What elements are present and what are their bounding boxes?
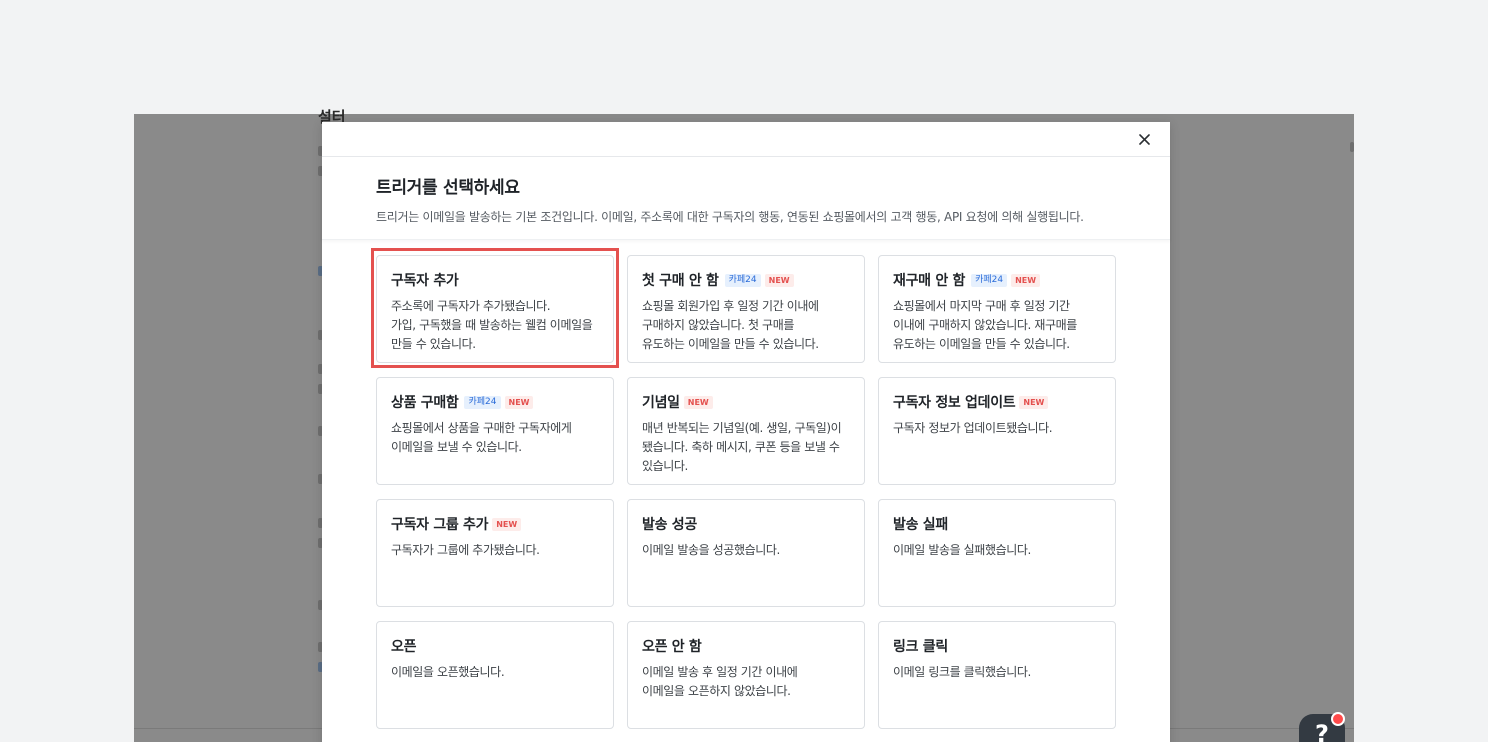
card-title-row: 링크 클릭	[893, 636, 1101, 656]
trigger-card-send-success[interactable]: 발송 성공 이메일 발송을 성공했습니다.	[627, 499, 865, 607]
card-title: 상품 구매함	[391, 395, 459, 411]
modal-top-bar	[322, 122, 1170, 157]
card-title: 발송 실패	[893, 517, 948, 533]
close-button[interactable]	[1136, 131, 1152, 147]
card-description: 쇼핑몰 회원가입 후 일정 기간 이내에 구매하지 않았습니다. 첫 구매를 유…	[642, 299, 819, 351]
cafe24-badge: 카페24	[724, 273, 761, 287]
card-title: 구독자 그룹 추가	[391, 517, 489, 533]
modal-description: 트리거는 이메일을 발송하는 기본 조건입니다. 이메일, 주소록에 대한 구독…	[376, 210, 1084, 224]
trigger-card-not-opened[interactable]: 오픈 안 함 이메일 발송 후 일정 기간 이내에 이메일을 오픈하지 않았습니…	[627, 621, 865, 729]
help-button[interactable]: ?	[1299, 712, 1345, 742]
help-question-icon: ?	[1315, 720, 1329, 742]
card-title-row: 첫 구매 안 함 카페24 NEW	[642, 270, 850, 290]
trigger-card-subscriber-added[interactable]: 구독자 추가 주소록에 구독자가 추가됐습니다. 가입, 구독했을 때 발송하는…	[371, 248, 619, 368]
trigger-card-group-added[interactable]: 구독자 그룹 추가 NEW 구독자가 그룹에 추가됐습니다.	[376, 499, 614, 607]
new-badge: NEW	[1019, 395, 1049, 409]
card-title-row: 상품 구매함 카페24 NEW	[391, 392, 599, 412]
card-title: 첫 구매 안 함	[642, 273, 719, 289]
card-title: 구독자 추가	[391, 273, 459, 289]
card-description: 이메일 발송을 성공했습니다.	[642, 543, 780, 557]
cafe24-badge: 카페24	[971, 273, 1008, 287]
card-title: 링크 클릭	[893, 639, 948, 655]
close-icon	[1138, 133, 1150, 145]
trigger-card-open[interactable]: 오픈 이메일을 오픈했습니다.	[376, 621, 614, 729]
card-title: 구독자 정보 업데이트	[893, 395, 1016, 411]
card-title: 발송 성공	[642, 517, 697, 533]
trigger-card-no-repurchase[interactable]: 재구매 안 함 카페24 NEW 쇼핑몰에서 마지막 구매 후 일정 기간 이내…	[878, 255, 1116, 363]
card-description: 구독자 정보가 업데이트됐습니다.	[893, 421, 1053, 435]
screen: 설터 트리거를 선택하세요 트리거는 이메일을 발송하는 기본 조건입니다. 이…	[0, 0, 1488, 742]
trigger-card-anniversary[interactable]: 기념일 NEW 매년 반복되는 기념일(예. 생일, 구독일)이 됐습니다. 축…	[627, 377, 865, 485]
modal-header: 트리거를 선택하세요 트리거는 이메일을 발송하는 기본 조건입니다. 이메일,…	[322, 157, 1170, 240]
modal-title: 트리거를 선택하세요	[376, 178, 520, 198]
card-description: 이메일 발송을 실패했습니다.	[893, 543, 1031, 557]
card-title-row: 발송 실패	[893, 514, 1101, 534]
card-title: 오픈	[391, 639, 417, 655]
new-badge: NEW	[764, 273, 794, 287]
card-title-row: 기념일 NEW	[642, 392, 850, 412]
trigger-card-link-click[interactable]: 링크 클릭 이메일 링크를 클릭했습니다.	[878, 621, 1116, 729]
card-description: 이메일 링크를 클릭했습니다.	[893, 665, 1031, 679]
trigger-card-no-first-purchase[interactable]: 첫 구매 안 함 카페24 NEW 쇼핑몰 회원가입 후 일정 기간 이내에 구…	[627, 255, 865, 363]
card-title-row: 구독자 정보 업데이트 NEW	[893, 392, 1101, 412]
new-badge: NEW	[492, 517, 522, 531]
card-description: 매년 반복되는 기념일(예. 생일, 구독일)이 됐습니다. 축하 메시지, 쿠…	[642, 421, 842, 473]
card-description: 구독자가 그룹에 추가됐습니다.	[391, 543, 540, 557]
card-description: 이메일 발송 후 일정 기간 이내에 이메일을 오픈하지 않았습니다.	[642, 665, 798, 698]
cafe24-badge: 카페24	[464, 395, 501, 409]
card-title: 오픈 안 함	[642, 639, 702, 655]
trigger-card-product-purchased[interactable]: 상품 구매함 카페24 NEW 쇼핑몰에서 상품을 구매한 구독자에게 이메일을…	[376, 377, 614, 485]
card-title-row: 오픈 안 함	[642, 636, 850, 656]
trigger-card-subscriber-updated[interactable]: 구독자 정보 업데이트 NEW 구독자 정보가 업데이트됐습니다.	[878, 377, 1116, 485]
card-title: 기념일	[642, 395, 680, 411]
card-description: 주소록에 구독자가 추가됐습니다. 가입, 구독했을 때 발송하는 웰컴 이메일…	[391, 299, 593, 351]
new-badge: NEW	[504, 395, 534, 409]
background-text-line	[1350, 142, 1354, 152]
new-badge: NEW	[683, 395, 713, 409]
notification-dot	[1331, 712, 1345, 726]
card-title-row: 구독자 추가	[391, 270, 599, 290]
card-title: 재구매 안 함	[893, 273, 966, 289]
trigger-grid: 구독자 추가 주소록에 구독자가 추가됐습니다. 가입, 구독했을 때 발송하는…	[371, 248, 1116, 729]
card-description: 쇼핑몰에서 상품을 구매한 구독자에게 이메일을 보낼 수 있습니다.	[391, 421, 572, 454]
card-title-row: 구독자 그룹 추가 NEW	[391, 514, 599, 534]
card-title-row: 발송 성공	[642, 514, 850, 534]
trigger-select-modal: 트리거를 선택하세요 트리거는 이메일을 발송하는 기본 조건입니다. 이메일,…	[322, 122, 1170, 742]
trigger-card-send-failure[interactable]: 발송 실패 이메일 발송을 실패했습니다.	[878, 499, 1116, 607]
card-title-row: 재구매 안 함 카페24 NEW	[893, 270, 1101, 290]
card-title-row: 오픈	[391, 636, 599, 656]
card-description: 이메일을 오픈했습니다.	[391, 665, 505, 679]
card-description: 쇼핑몰에서 마지막 구매 후 일정 기간 이내에 구매하지 않았습니다. 재구매…	[893, 299, 1077, 351]
new-badge: NEW	[1011, 273, 1041, 287]
